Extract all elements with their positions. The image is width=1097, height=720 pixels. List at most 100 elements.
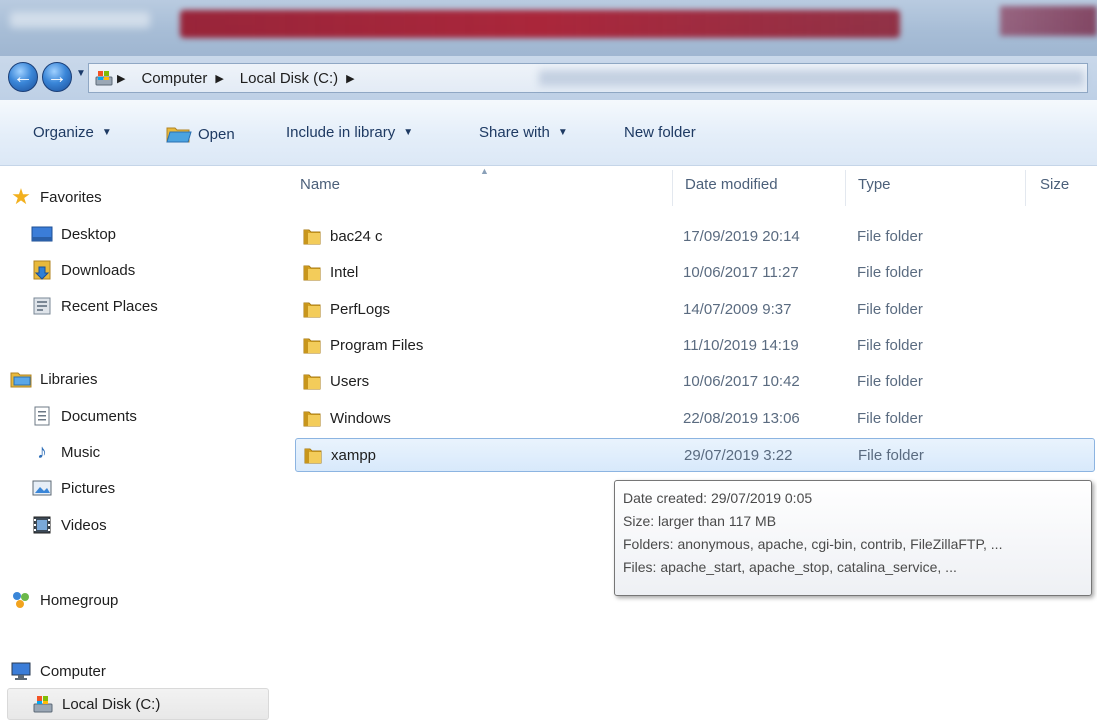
share-with-button[interactable]: Share with ▼ (479, 124, 568, 141)
folder-icon (303, 338, 321, 354)
nav-label: Recent Places (61, 297, 158, 315)
file-date-modified: 14/07/2009 9:37 (683, 301, 792, 318)
file-type: File folder (857, 373, 923, 390)
nav-desktop[interactable]: Desktop (31, 221, 116, 247)
local-disk-icon (33, 696, 53, 713)
back-button[interactable]: ← (8, 62, 38, 92)
open-button[interactable]: Open (166, 124, 235, 144)
title-bar-blurred-title (180, 10, 900, 38)
nav-homegroup[interactable]: Homegroup (10, 587, 118, 613)
file-date-modified: 10/06/2017 11:27 (683, 264, 799, 281)
nav-computer[interactable]: Computer (10, 658, 106, 684)
chevron-down-icon: ▼ (557, 127, 568, 138)
breadcrumb-root-arrow[interactable]: ▶ (117, 72, 133, 85)
folder-icon (303, 229, 321, 245)
address-row: ← → ▼ ▶ Computer ▶ Local Disk (C:) ▶ (0, 56, 1097, 100)
tooltip-date-created: Date created: 29/07/2019 0:05 (623, 490, 813, 506)
address-bar-blurred-region (539, 70, 1084, 86)
forward-button[interactable]: → (42, 62, 72, 92)
share-with-label: Share with (479, 124, 550, 141)
homegroup-icon (13, 592, 29, 608)
column-divider[interactable] (1025, 170, 1026, 206)
nav-label: Libraries (40, 370, 98, 388)
include-in-library-button[interactable]: Include in library ▼ (286, 124, 413, 141)
column-divider[interactable] (845, 170, 846, 206)
new-folder-label: New folder (624, 124, 696, 141)
file-row[interactable]: PerfLogs 14/07/2009 9:37 File folder (295, 293, 1095, 327)
open-label: Open (198, 125, 235, 143)
file-name: PerfLogs (330, 301, 391, 318)
column-divider[interactable] (672, 170, 673, 206)
nav-label: Pictures (61, 479, 116, 497)
nav-label: Favorites (40, 188, 102, 206)
folder-icon (303, 302, 321, 318)
file-type: File folder (857, 264, 923, 281)
folder-icon (304, 448, 322, 464)
nav-music[interactable]: ♪ Music (31, 439, 100, 465)
folder-info-tooltip: Date created: 29/07/2019 0:05 Size: larg… (614, 480, 1092, 596)
tooltip-size: Size: larger than 117 MB (623, 513, 777, 529)
chevron-down-icon: ▼ (101, 127, 112, 138)
nav-libraries[interactable]: Libraries (10, 366, 98, 392)
file-row[interactable]: Windows 22/08/2019 13:06 File folder (295, 402, 1095, 436)
downloads-folder-icon (33, 260, 51, 280)
column-header-date-modified[interactable]: Date modified (685, 176, 778, 193)
file-type: File folder (858, 447, 924, 464)
nav-favorites[interactable]: ★ Favorites (10, 184, 102, 210)
nav-documents[interactable]: Documents (31, 403, 137, 429)
breadcrumb-arrow[interactable]: ▶ (215, 72, 231, 85)
file-type: File folder (857, 301, 923, 318)
new-folder-button[interactable]: New folder (624, 124, 696, 141)
nav-videos[interactable]: Videos (31, 512, 107, 538)
file-type: File folder (857, 228, 923, 245)
file-type: File folder (857, 337, 923, 354)
column-header-name[interactable]: Name (300, 176, 340, 193)
file-date-modified: 22/08/2019 13:06 (683, 410, 800, 427)
navigation-pane[interactable]: ★ Favorites Desktop Downloads Recent Pla… (0, 166, 280, 720)
address-bar[interactable]: ▶ Computer ▶ Local Disk (C:) ▶ (88, 63, 1088, 93)
file-type: File folder (857, 410, 923, 427)
nav-label: Computer (40, 662, 106, 680)
breadcrumb-local-disk[interactable]: Local Disk (C:) (240, 70, 338, 87)
breadcrumb-arrow[interactable]: ▶ (346, 72, 362, 85)
file-list[interactable]: ▲ Name Date modified Type Size bac24 c 17… (280, 166, 1097, 720)
pictures-icon (32, 480, 52, 496)
file-row[interactable]: Program Files 11/10/2019 14:19 File folder (295, 329, 1095, 363)
file-name: Program Files (330, 337, 424, 354)
window-title-bar[interactable] (0, 0, 1097, 56)
file-row[interactable]: bac24 c 17/09/2019 20:14 File folder (295, 220, 1095, 254)
file-name: bac24 c (330, 228, 383, 245)
star-icon: ★ (11, 184, 31, 209)
file-name: Intel (330, 264, 359, 281)
column-header-type[interactable]: Type (858, 176, 891, 193)
tooltip-files: Files: apache_start, apache_stop, catali… (623, 559, 957, 575)
nav-label: Documents (61, 407, 137, 425)
column-header-size[interactable]: Size (1040, 176, 1069, 193)
open-folder-icon (166, 127, 192, 143)
file-row[interactable]: xampp 29/07/2019 3:22 File folder (295, 438, 1095, 472)
recent-pages-dropdown-icon[interactable]: ▼ (76, 68, 86, 79)
file-name: Windows (330, 410, 391, 427)
organize-button[interactable]: Organize ▼ (33, 124, 112, 141)
desktop-icon (31, 226, 53, 242)
title-bar-blurred-left (10, 12, 150, 28)
nav-pictures[interactable]: Pictures (31, 475, 115, 501)
file-date-modified: 11/10/2019 14:19 (683, 337, 799, 354)
file-date-modified: 17/09/2019 20:14 (683, 228, 800, 245)
nav-recent-places[interactable]: Recent Places (31, 293, 158, 319)
breadcrumb-label: Computer (141, 69, 208, 87)
forward-arrow-icon: → (47, 66, 67, 88)
breadcrumb-computer[interactable]: Computer (141, 70, 207, 87)
file-name: Users (330, 373, 370, 390)
folder-icon (303, 411, 321, 427)
music-note-icon: ♪ (37, 440, 47, 463)
organize-label: Organize (33, 124, 94, 141)
libraries-icon (10, 372, 32, 388)
local-disk-icon (95, 71, 113, 86)
file-row[interactable]: Intel 10/06/2017 11:27 File folder (295, 256, 1095, 290)
include-in-library-label: Include in library (286, 124, 396, 141)
file-row[interactable]: Users 10/06/2017 10:42 File folder (295, 365, 1095, 399)
nav-downloads[interactable]: Downloads (31, 257, 135, 283)
folder-icon (303, 374, 321, 390)
nav-local-disk[interactable]: Local Disk (C:) (7, 688, 269, 720)
